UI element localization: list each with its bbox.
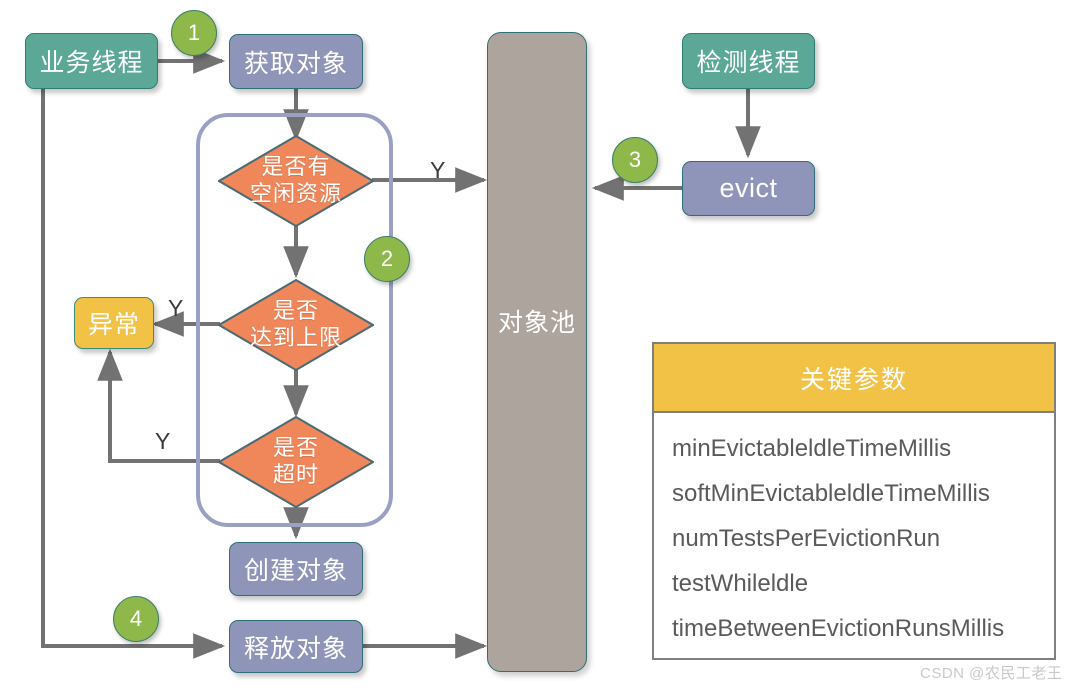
edge-label-limit-yes: Y <box>168 295 184 321</box>
node-evict-label: evict <box>719 173 778 203</box>
decision-has-idle-resource-line1: 是否有 <box>261 154 331 180</box>
list-item: timeBetweenEvictionRunsMillis <box>672 615 1005 642</box>
step-marker-3[interactable]: 3 <box>612 137 658 183</box>
decision-has-idle-resource[interactable]: 是否有 空闲资源 <box>218 135 374 227</box>
key-parameters-header: 关键参数 <box>654 344 1054 413</box>
list-item: minEvictableldleTimeMillis <box>672 435 952 462</box>
list-item: numTestsPerEvictionRun <box>672 525 941 552</box>
list-item: softMinEvictableldleTimeMillis <box>672 480 990 507</box>
node-create-object[interactable]: 创建对象 <box>229 542 363 596</box>
node-release-object-label: 释放对象 <box>243 634 348 663</box>
step-marker-4[interactable]: 4 <box>113 596 159 642</box>
node-acquire-object-label: 获取对象 <box>243 49 348 78</box>
node-exception-label: 异常 <box>87 311 140 339</box>
step-marker-2[interactable]: 2 <box>364 236 410 282</box>
step-marker-2-label: 2 <box>380 246 394 271</box>
watermark: CSDN @农民工老王 <box>920 665 1063 682</box>
decision-has-idle-resource-line2: 空闲资源 <box>249 181 342 206</box>
diagram-canvas: 业务线程 获取对象 是否有 空闲资源 是否 达到上限 是否 超时 异常 创建对象… <box>0 0 1080 688</box>
decision-reach-limit-line1: 是否 <box>272 298 319 324</box>
node-release-object[interactable]: 释放对象 <box>229 620 363 673</box>
step-marker-3-label: 3 <box>628 147 642 172</box>
node-detect-thread[interactable]: 检测线程 <box>682 33 815 89</box>
decision-timeout-line2: 超时 <box>272 462 319 487</box>
node-acquire-object[interactable]: 获取对象 <box>229 34 363 89</box>
node-detect-thread-label: 检测线程 <box>696 49 801 77</box>
node-exception[interactable]: 异常 <box>74 297 154 349</box>
node-create-object-label: 创建对象 <box>243 557 348 585</box>
key-parameters-table: 关键参数 minEvictableldleTimeMillis softMinE… <box>652 342 1056 660</box>
step-marker-4-label: 4 <box>129 606 143 631</box>
decision-reach-limit-line2: 达到上限 <box>249 325 342 350</box>
node-business-thread-label: 业务线程 <box>39 49 144 77</box>
decision-reach-limit[interactable]: 是否 达到上限 <box>218 279 374 371</box>
key-parameters-list: minEvictableldleTimeMillis softMinEvicta… <box>654 413 1054 662</box>
decision-has-idle-resource-text: 是否有 空闲资源 <box>218 135 374 227</box>
step-marker-1-label: 1 <box>187 20 201 45</box>
node-evict[interactable]: evict <box>682 161 815 216</box>
node-object-pool[interactable]: 对象池 <box>487 32 587 672</box>
step-marker-1[interactable]: 1 <box>171 10 217 56</box>
decision-timeout[interactable]: 是否 超时 <box>218 416 374 508</box>
edge-label-idle-yes: Y <box>430 157 446 183</box>
node-business-thread[interactable]: 业务线程 <box>25 33 158 89</box>
list-item: testWhileldle <box>672 570 809 597</box>
decision-reach-limit-text: 是否 达到上限 <box>218 279 374 371</box>
node-object-pool-label: 对象池 <box>497 309 576 337</box>
edge-business-to-release <box>41 88 226 659</box>
decision-timeout-line1: 是否 <box>272 435 319 461</box>
decision-timeout-text: 是否 超时 <box>218 416 374 508</box>
edge-label-timeout-yes: Y <box>155 428 171 454</box>
